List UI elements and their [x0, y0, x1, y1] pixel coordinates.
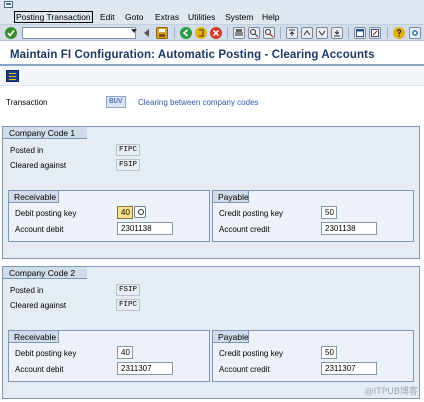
last-page-icon[interactable] — [331, 27, 343, 39]
account-debit-input[interactable]: 2301138 — [117, 222, 173, 235]
menu-extras[interactable]: Extras — [155, 11, 179, 23]
transaction-label: Transaction — [6, 98, 48, 107]
payable-title: Payable — [213, 331, 249, 343]
account-credit-input[interactable]: 2301138 — [321, 222, 377, 235]
debit-posting-key-input[interactable]: 40 — [117, 346, 133, 359]
title-area: Maintain FI Configuration: Automatic Pos… — [0, 42, 424, 65]
toolbar-separator — [348, 27, 349, 39]
previous-entry-icon[interactable] — [141, 27, 153, 39]
new-session-icon[interactable] — [354, 27, 366, 39]
content-area: Transaction BUV Clearing between company… — [0, 86, 424, 402]
enter-icon[interactable] — [5, 27, 17, 39]
cleared-against-label: Cleared against — [10, 161, 67, 170]
watermark: @ITPUB博客 — [364, 387, 418, 397]
receivable-title: Receivable — [9, 191, 59, 203]
menu-bar: Posting Transaction Edit Goto Extras Uti… — [0, 10, 424, 24]
debit-posting-key-label: Debit posting key — [15, 349, 77, 358]
account-credit-label: Account credit — [219, 365, 270, 374]
posted-in-value: FSIP — [116, 284, 141, 296]
receivable-group: Receivable Debit posting key 40 Account … — [8, 190, 210, 242]
account-debit-label: Account debit — [15, 225, 64, 234]
toolbar-separator — [280, 27, 281, 39]
company-code-2-group: Company Code 2 Posted in FSIP Cleared ag… — [2, 266, 420, 399]
payable-group: Payable Credit posting key 50 Account cr… — [212, 190, 414, 242]
menu-utilities[interactable]: Utilities — [188, 11, 215, 23]
toolbar-separator — [174, 27, 175, 39]
payable-group: Payable Credit posting key 50 Account cr… — [212, 330, 414, 382]
payable-title: Payable — [213, 191, 249, 203]
standard-toolbar — [0, 24, 424, 41]
save-icon[interactable] — [156, 27, 168, 39]
menu-edit[interactable]: Edit — [100, 11, 115, 23]
find-icon[interactable] — [248, 27, 260, 39]
company-code-1-title: Company Code 1 — [3, 127, 87, 139]
value-help-icon[interactable] — [134, 206, 146, 218]
command-field[interactable] — [22, 27, 136, 39]
credit-posting-key-label: Credit posting key — [219, 349, 284, 358]
account-credit-label: Account credit — [219, 225, 270, 234]
posted-in-label: Posted in — [10, 146, 44, 155]
sap-window-icon[interactable] — [4, 1, 13, 8]
help-icon[interactable] — [393, 27, 405, 39]
command-input[interactable] — [23, 28, 135, 38]
account-debit-input[interactable]: 2311307 — [117, 362, 173, 375]
credit-posting-key-label: Credit posting key — [219, 209, 284, 218]
exit-icon[interactable] — [195, 27, 207, 39]
transaction-description: Clearing between company codes — [138, 98, 259, 107]
toolbar-separator — [227, 27, 228, 39]
find-next-icon[interactable] — [263, 27, 275, 39]
company-code-1-group: Company Code 1 Posted in FIPC Cleared ag… — [2, 126, 420, 259]
menu-goto[interactable]: Goto — [125, 11, 143, 23]
credit-posting-key-input[interactable]: 50 — [321, 206, 337, 219]
cleared-against-value: FSIP — [116, 159, 141, 171]
posted-in-label: Posted in — [10, 286, 44, 295]
debit-posting-key-input[interactable]: 40 — [117, 206, 133, 219]
menu-help[interactable]: Help — [262, 11, 279, 23]
cleared-against-label: Cleared against — [10, 301, 67, 310]
customize-layout-icon[interactable] — [409, 27, 421, 39]
application-toolbar — [0, 66, 424, 86]
back-icon[interactable] — [180, 27, 192, 39]
account-debit-label: Account debit — [15, 365, 64, 374]
print-icon[interactable] — [233, 27, 245, 39]
chevron-down-icon[interactable] — [131, 29, 137, 33]
menu-system[interactable]: System — [225, 11, 253, 23]
table-view-icon[interactable] — [6, 70, 19, 82]
page-title: Maintain FI Configuration: Automatic Pos… — [10, 49, 375, 61]
menu-posting-transaction[interactable]: Posting Transaction — [14, 11, 93, 23]
cancel-icon[interactable] — [210, 27, 222, 39]
company-code-2-title: Company Code 2 — [3, 267, 87, 279]
credit-posting-key-input[interactable]: 50 — [321, 346, 337, 359]
system-strip — [0, 0, 424, 10]
toolbar-separator — [387, 27, 388, 39]
first-page-icon[interactable] — [286, 27, 298, 39]
receivable-title: Receivable — [9, 331, 59, 343]
account-credit-input[interactable]: 2311307 — [321, 362, 377, 375]
create-shortcut-icon[interactable] — [369, 27, 381, 39]
receivable-group: Receivable Debit posting key 40 Account … — [8, 330, 210, 382]
cleared-against-value: FIPC — [116, 299, 141, 311]
transaction-code[interactable]: BUV — [106, 96, 126, 108]
posted-in-value: FIPC — [116, 144, 141, 156]
next-page-icon[interactable] — [316, 27, 328, 39]
debit-posting-key-label: Debit posting key — [15, 209, 77, 218]
previous-page-icon[interactable] — [301, 27, 313, 39]
